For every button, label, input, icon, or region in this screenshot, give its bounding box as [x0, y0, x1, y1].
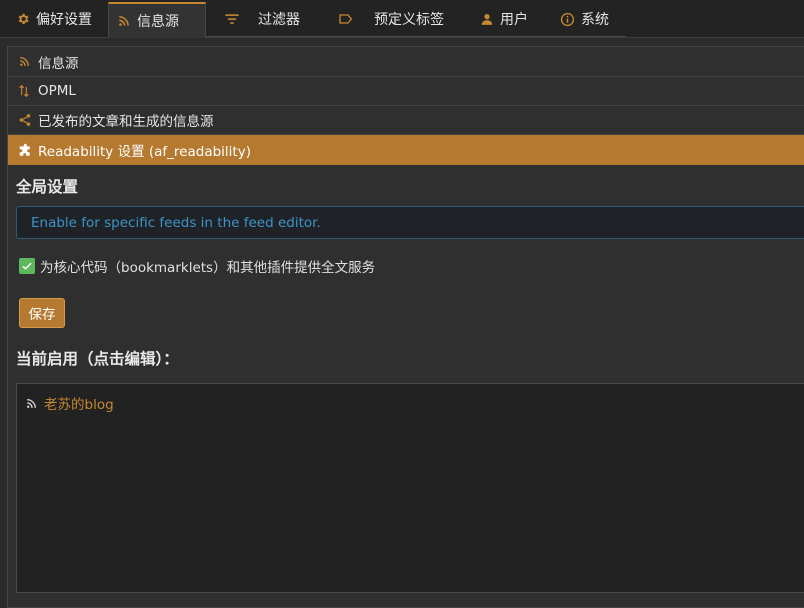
accordion-label: OPML: [38, 82, 76, 99]
info-alert: Enable for specific feeds in the feed ed…: [16, 206, 804, 239]
top-tab-bar: 偏好设置 信息源 过滤器 预定义标签 用户 系统: [0, 0, 804, 38]
tab-filters[interactable]: 过滤器: [216, 2, 308, 36]
info-text: Enable for specific feeds in the feed ed…: [31, 214, 321, 231]
filter-icon: [224, 12, 240, 26]
fulltext-checkbox-label[interactable]: 为核心代码（bookmarklets）和其他插件提供全文服务: [40, 256, 375, 276]
label-icon: [338, 12, 354, 26]
accordion-published[interactable]: 已发布的文章和生成的信息源: [8, 105, 804, 135]
accordion-feeds[interactable]: 信息源: [8, 47, 804, 77]
tab-label: 信息源: [137, 14, 179, 30]
user-icon: [480, 12, 494, 26]
rss-icon: [117, 14, 131, 28]
accordion-readability[interactable]: Readability 设置 (af_readability): [8, 135, 804, 165]
tab-labels[interactable]: 预定义标签: [330, 2, 452, 36]
tab-feeds[interactable]: 信息源: [108, 2, 206, 38]
info-icon: [560, 12, 575, 27]
tab-label: 系统: [581, 12, 609, 28]
settings-panel: 信息源 OPML 已发布的文章和生成的信息源 Readability 设置 (a…: [7, 46, 804, 608]
tab-system[interactable]: 系统: [552, 2, 617, 36]
tab-label: 偏好设置: [36, 12, 92, 28]
fulltext-checkbox[interactable]: [19, 258, 35, 274]
fulltext-option: 为核心代码（bookmarklets）和其他插件提供全文服务: [19, 256, 375, 276]
tab-label: 过滤器: [258, 12, 300, 28]
accordion-label: 信息源: [38, 55, 79, 72]
save-button[interactable]: 保存: [19, 298, 65, 328]
feed-link[interactable]: 老苏的blog: [44, 393, 114, 413]
tab-label: 用户: [500, 12, 528, 28]
list-item[interactable]: 老苏的blog: [25, 393, 114, 413]
accordion-label: Readability 设置 (af_readability): [38, 144, 251, 160]
tab-underline: [206, 36, 626, 37]
rss-icon: [18, 55, 32, 68]
import-export-icon: [18, 84, 32, 98]
tab-preferences[interactable]: 偏好设置: [8, 2, 100, 36]
tab-label: 预定义标签: [374, 12, 444, 28]
global-settings-title: 全局设置: [16, 178, 79, 196]
enabled-feeds-list: 老苏的blog: [16, 383, 804, 593]
accordion-label: 已发布的文章和生成的信息源: [38, 113, 214, 130]
check-icon: [22, 262, 32, 270]
share-icon: [18, 113, 32, 127]
accordion-opml[interactable]: OPML: [8, 76, 804, 106]
puzzle-icon: [18, 143, 32, 158]
enabled-feeds-title: 当前启用（点击编辑）：: [16, 350, 179, 368]
rss-icon: [25, 397, 38, 410]
tab-users[interactable]: 用户: [472, 2, 536, 36]
gear-icon: [16, 12, 30, 26]
